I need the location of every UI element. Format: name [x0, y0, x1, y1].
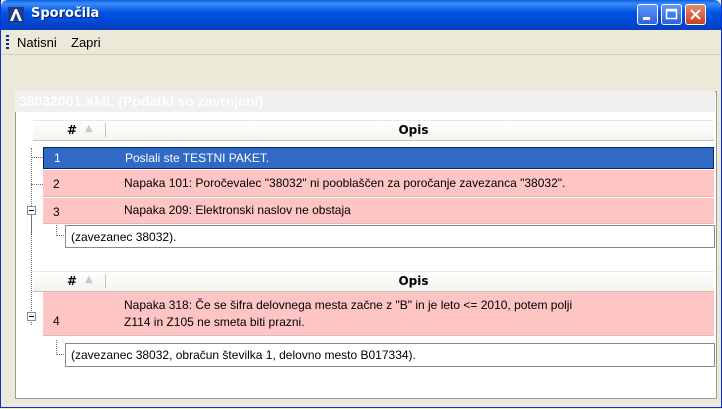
table-row[interactable]: 1 Poslali ste TESTNI PAKET.: [43, 147, 714, 169]
tree-line: [31, 184, 43, 185]
detail-text: (zavezanec 38032, obračun številka 1, de…: [71, 348, 416, 362]
grid-caption: 38032001.XML (Podatki so zavrnjeni): [15, 91, 715, 112]
column-header: # ▲ Opis: [33, 120, 714, 141]
detail-text: (zavezanec 38032).: [71, 230, 177, 244]
close-button[interactable]: [685, 4, 706, 25]
table-row[interactable]: 3 Napaka 209: Elektronski naslov ne obst…: [43, 198, 714, 224]
title-bar[interactable]: Sporočila: [1, 0, 721, 30]
row-desc-line2: Z114 in Z105 ne smeta biti prazni.: [124, 315, 305, 329]
app-icon: [8, 7, 24, 23]
collapse-icon[interactable]: [27, 206, 36, 215]
minimize-button[interactable]: [637, 4, 658, 25]
menu-bar: Natisni Zapri: [1, 30, 721, 55]
row-num: 1: [54, 151, 61, 165]
row-desc: Napaka 209: Elektronski naslov ne obstaj…: [124, 203, 351, 217]
maximize-button[interactable]: [661, 4, 682, 25]
row-desc-line1: Napaka 318: Če se šifra delovnega mesta …: [124, 298, 573, 312]
column-header-desc[interactable]: Opis: [33, 274, 714, 288]
detail-row: (zavezanec 38032, obračun številka 1, de…: [65, 343, 715, 367]
close-icon: [690, 9, 701, 20]
column-header: # ▲ Opis: [33, 271, 714, 292]
column-header-desc[interactable]: Opis: [33, 123, 714, 137]
maximize-icon: [665, 8, 678, 20]
tree-line: [56, 340, 57, 355]
toolbar-grip[interactable]: [6, 35, 9, 49]
row-num: 4: [53, 314, 60, 328]
row-desc: Poslali ste TESTNI PAKET.: [125, 151, 270, 165]
menu-zapri[interactable]: Zapri: [71, 35, 101, 50]
row-num: 3: [53, 205, 60, 219]
menu-natisni[interactable]: Natisni: [17, 35, 57, 50]
detail-row: (zavezanec 38032).: [65, 225, 715, 248]
row-num: 2: [53, 177, 60, 191]
collapse-icon[interactable]: [27, 312, 36, 321]
messages-window: Sporočila Natisni Zapri 38032001.XML (Po…: [0, 0, 722, 408]
tree-line: [31, 215, 32, 325]
tree-line: [56, 222, 57, 236]
table-row[interactable]: 4 Napaka 318: Če se šifra delovnega mest…: [43, 292, 714, 336]
tree-line: [31, 157, 43, 158]
table-row[interactable]: 2 Napaka 101: Poročevalec "38032" ni poo…: [43, 170, 714, 197]
minimize-icon: [643, 17, 650, 20]
row-desc: Napaka 101: Poročevalec "38032" ni poobl…: [124, 176, 566, 190]
window-title: Sporočila: [31, 6, 100, 21]
